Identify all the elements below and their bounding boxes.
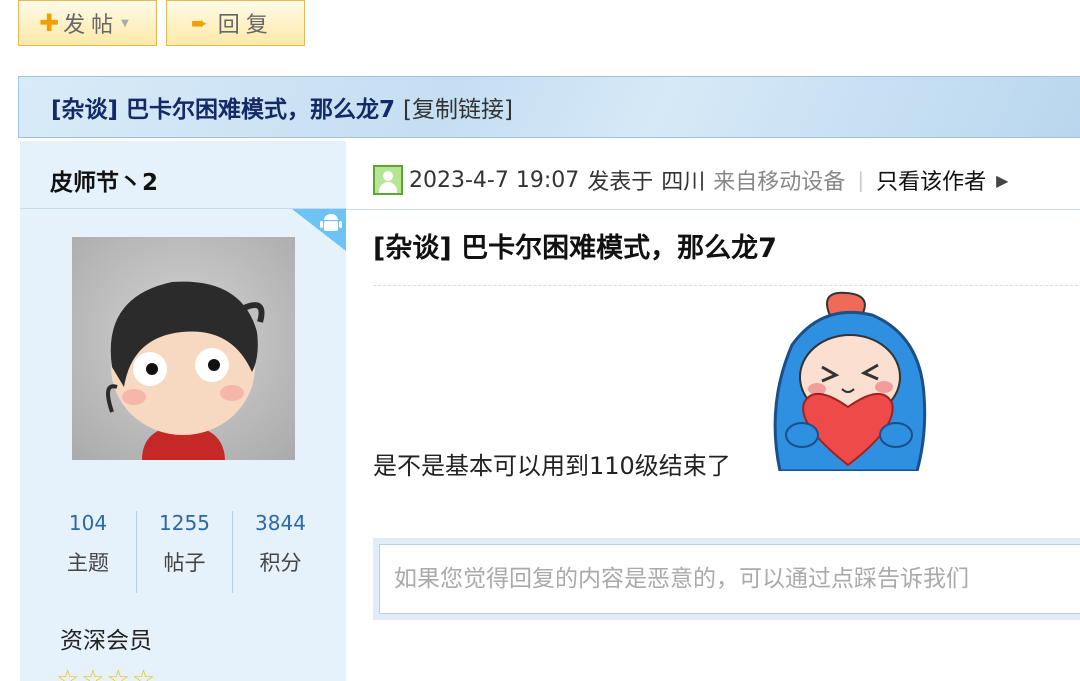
report-box	[373, 538, 1080, 620]
stat-topics-value: 104	[68, 511, 108, 535]
only-author-link[interactable]: 只看该作者	[876, 164, 986, 196]
stat-posts[interactable]: 1255 帖子	[136, 511, 232, 593]
post-button[interactable]: ✚ 发帖 ▼	[18, 0, 157, 46]
reply-button-label: 回复	[217, 13, 274, 38]
android-icon	[320, 212, 342, 238]
sticker-image	[762, 285, 932, 473]
stat-points-value: 3844	[255, 511, 306, 535]
stat-posts-value: 1255	[159, 511, 210, 535]
star-icon: ☆☆☆☆	[56, 665, 158, 681]
author-name[interactable]: 皮师节丶2	[50, 163, 158, 197]
divider	[346, 209, 1080, 210]
report-input[interactable]	[379, 544, 1080, 614]
author-panel: 皮师节丶2 104 主题 1255 帖子 3844 积分 资深会员 ☆☆☆☆	[20, 141, 346, 681]
thread-title: [杂谈] 巴卡尔困难模式，那么龙7	[51, 97, 396, 123]
stat-posts-label: 帖子	[163, 551, 206, 575]
triangle-right-icon[interactable]: ▶	[996, 171, 1008, 190]
post-device: 来自移动设备	[713, 170, 846, 195]
post-location: 四川	[661, 170, 706, 195]
posted-at-label: 发表于	[587, 170, 654, 195]
post-datetime: 2023-4-7 19:07	[409, 167, 580, 193]
arrow-right-icon: ➨	[191, 11, 208, 35]
post-body: 是不是基本可以用到110级结束了	[373, 452, 731, 480]
meta-divider: |	[857, 168, 865, 192]
reply-button[interactable]: ➨ 回复	[166, 0, 305, 46]
stat-points[interactable]: 3844 积分	[232, 511, 328, 593]
plus-icon: ✚	[39, 9, 60, 37]
member-level: 资深会员	[60, 628, 152, 654]
stat-points-label: 积分	[259, 551, 302, 575]
divider	[373, 285, 1080, 286]
post-button-label: 发帖	[63, 13, 120, 38]
chevron-down-icon[interactable]: ▼	[121, 18, 129, 29]
avatar[interactable]	[72, 237, 295, 460]
stat-topics[interactable]: 104 主题	[40, 511, 136, 593]
stat-topics-label: 主题	[67, 551, 109, 575]
post-subject: [杂谈] 巴卡尔困难模式，那么龙7	[373, 233, 777, 264]
copy-link[interactable]: [复制链接]	[403, 90, 513, 124]
thread-title-bar: [杂谈] 巴卡尔困难模式，那么龙7 [复制链接]	[18, 76, 1080, 138]
user-icon	[373, 165, 403, 195]
post-meta: 2023-4-7 19:07 发表于 四川 来自移动设备 | 只看该作者 ▶	[373, 164, 1008, 196]
